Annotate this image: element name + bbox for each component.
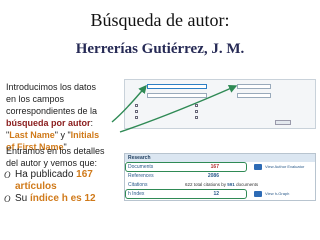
- arrow-last-name: [111, 84, 147, 123]
- annotation-arrows: [111, 84, 238, 133]
- arrow-initials: [119, 84, 238, 133]
